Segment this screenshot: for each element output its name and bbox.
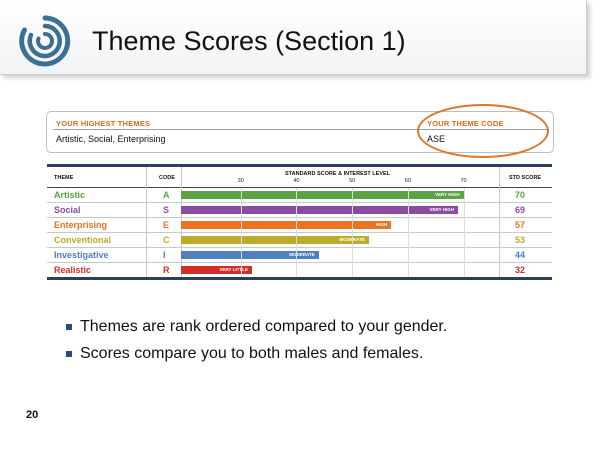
std-score: 70 [515,190,526,200]
grid-line [352,188,354,277]
header-code: CODE [159,175,175,181]
theme-code: C [163,235,170,245]
score-bar: MODERATE [181,236,369,244]
theme-name: Social [54,205,81,215]
grid-line [463,188,465,277]
score-bar: HIGH [181,221,392,229]
table-row: Enterprising E HIGH 57 [47,218,552,233]
scale-tick-label: 70 [460,178,467,184]
std-score: 32 [515,265,526,275]
highlight-oval [417,104,549,158]
logo-swirl-icon [19,15,71,67]
bullet-square-icon [66,324,72,330]
theme-name: Conventional [54,235,112,245]
bullet-text: Themes are rank ordered compared to your… [80,318,448,335]
score-bar: VERY HIGH [181,206,458,214]
scale-tick-label: 50 [349,178,356,184]
theme-name: Enterprising [54,220,108,230]
slide-title: Theme Scores (Section 1) [92,26,406,56]
theme-name: Realistic [54,265,92,275]
std-score: 44 [515,250,526,260]
bullet-square-icon [66,351,72,357]
scale-tick-label: 40 [293,178,300,184]
page-number: 20 [26,409,39,421]
theme-code: R [163,265,170,275]
header-level: STANDARD SCORE & INTEREST LEVEL [285,171,391,177]
table-row: Investigative I MODERATE 44 [47,248,552,263]
theme-code: I [163,250,166,260]
table-top-rule [47,164,552,167]
theme-name: Artistic [54,190,86,200]
highest-themes-label: YOUR HIGHEST THEMES [56,119,151,128]
table-row: Artistic A VERY HIGH 70 [47,188,552,203]
highest-themes-value: Artistic, Social, Enterprising [56,134,166,144]
std-score: 53 [515,235,526,245]
table-row: Realistic R VERY LITTLE 32 [47,263,552,278]
scale-tick-label: 30 [237,178,244,184]
theme-code: S [163,205,170,215]
score-bar: MODERATE [181,251,319,259]
grid-line [240,188,242,277]
header-theme: THEME [54,175,74,181]
theme-name: Investigative [54,250,109,260]
table-bottom-rule [47,277,552,280]
title-banner: Theme Scores (Section 1) [0,0,587,75]
grid-line [296,188,298,277]
bullet-text: Scores compare you to both males and fem… [80,345,424,362]
grid-line [407,188,409,277]
table-row: Social S VERY HIGH 69 [47,203,552,218]
theme-scores-table: THEME CODE STANDARD SCORE & INTEREST LEV… [47,164,552,280]
score-bar: VERY HIGH [181,191,464,199]
table-row: Conventional C MODERATE 53 [47,233,552,248]
scale-tick-label: 60 [404,178,411,184]
std-score: 69 [515,205,526,215]
header-std-score: STD SCORE [509,175,542,181]
theme-code: E [163,220,170,230]
theme-code: A [163,190,170,200]
std-score: 57 [515,220,526,230]
